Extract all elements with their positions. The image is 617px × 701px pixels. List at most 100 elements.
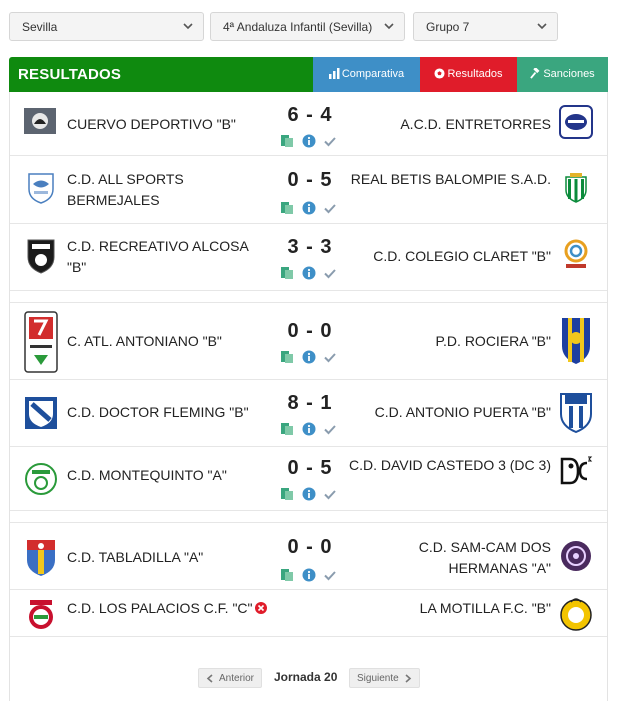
home-team-name[interactable]: C.D. TABLADILLA "A"	[67, 547, 267, 568]
doctor-fleming-crest-icon	[25, 397, 57, 429]
home-team-name[interactable]: C. ATL. ANTONIANO "B"	[67, 331, 267, 352]
next-button-label: Siguiente	[357, 673, 399, 684]
home-team-name[interactable]: C.D. LOS PALACIOS C.F. "C"	[67, 598, 287, 619]
all-sports-bermejales-crest-icon	[28, 173, 54, 204]
filters-bar: Sevilla 4ª Andaluza Infantil (Sevilla) G…	[9, 12, 617, 42]
checkmark-icon	[323, 568, 337, 582]
chevron-down-icon	[537, 23, 547, 30]
away-team-name[interactable]: C.D. COLEGIO CLARET "B"	[341, 246, 551, 267]
info-icon[interactable]	[302, 266, 316, 280]
competition-select[interactable]: 4ª Andaluza Infantil (Sevilla)	[210, 12, 405, 41]
tab-comparativa[interactable]: Comparativa	[313, 57, 420, 92]
away-team-name[interactable]: P.D. ROCIERA "B"	[341, 331, 552, 352]
match-score[interactable]: 0 - 5	[278, 169, 342, 192]
checkmark-icon	[323, 350, 337, 364]
match-score[interactable]: 3 - 3	[278, 236, 342, 259]
match-score[interactable]: 0 - 5	[278, 457, 342, 480]
report-icon[interactable]	[280, 487, 294, 501]
montequinto-crest-icon	[25, 463, 57, 495]
bar-chart-icon	[328, 68, 340, 79]
away-team-name[interactable]: A.C.D. ENTRETORRES	[341, 114, 551, 135]
group-separator	[10, 291, 607, 303]
match-row[interactable]: C.D. DOCTOR FLEMING "B" 8 - 1 C.D. ANTON…	[10, 380, 607, 447]
section-title: RESULTADOS	[18, 66, 122, 83]
home-team-name[interactable]: C.D. DOCTOR FLEMING "B"	[67, 402, 267, 423]
report-icon[interactable]	[280, 422, 294, 436]
antonio-puerta-crest-icon	[560, 393, 592, 434]
report-icon[interactable]	[280, 350, 294, 364]
home-team-name[interactable]: CUERVO DEPORTIVO "B"	[67, 114, 267, 135]
chevron-down-icon	[183, 23, 193, 30]
checkmark-icon	[323, 266, 337, 280]
match-score[interactable]: 8 - 1	[278, 392, 342, 415]
report-icon[interactable]	[280, 266, 294, 280]
colegio-claret-crest-icon	[564, 239, 588, 268]
report-icon[interactable]	[280, 201, 294, 215]
real-betis-crest-icon	[565, 173, 587, 203]
next-button[interactable]: Siguiente	[349, 668, 420, 688]
match-row[interactable]: C. ATL. ANTONIANO "B" 0 - 0 P.D. ROCIERA…	[10, 304, 607, 380]
match-score[interactable]: 0 - 0	[278, 536, 342, 559]
match-row[interactable]: C.D. LOS PALACIOS C.F. "C" LA MOTILLA F.…	[10, 590, 607, 637]
tabladilla-crest-icon	[27, 540, 55, 576]
checkmark-icon	[323, 201, 337, 215]
group-separator	[10, 511, 607, 523]
antoniano-crest-icon	[24, 311, 58, 373]
checkmark-icon	[323, 422, 337, 436]
los-palacios-crest-icon	[29, 600, 53, 629]
match-actions	[280, 266, 340, 280]
match-row[interactable]: C.D. ALL SPORTS BERMEJALES 0 - 5 REAL BE…	[10, 156, 607, 224]
away-team-name[interactable]: C.D. DAVID CASTEDO 3 (DC 3)	[341, 455, 551, 476]
match-row[interactable]: CUERVO DEPORTIVO "B" 6 - 4 A.C.D. ENTRET…	[10, 92, 607, 156]
results-panel: CUERVO DEPORTIVO "B" 6 - 4 A.C.D. ENTRET…	[9, 92, 608, 701]
away-team-name[interactable]: C.D. SAM-CAM DOS HERMANAS "A"	[341, 537, 551, 579]
match-row[interactable]: C.D. RECREATIVO ALCOSA "B" 3 - 3 C.D. CO…	[10, 224, 607, 291]
recreativo-alcosa-crest-icon	[27, 239, 55, 274]
entretorres-crest-icon	[559, 105, 593, 139]
rociera-crest-icon	[562, 318, 590, 364]
match-actions	[280, 487, 340, 501]
tab-comparativa-label: Comparativa	[341, 68, 405, 80]
sam-cam-crest-icon	[561, 541, 591, 571]
match-score[interactable]: 0 - 0	[278, 320, 342, 343]
previous-button[interactable]: Anterior	[198, 668, 262, 688]
competition-select-value: 4ª Andaluza Infantil (Sevilla)	[223, 20, 373, 34]
region-select[interactable]: Sevilla	[9, 12, 204, 41]
home-team-label: C.D. LOS PALACIOS C.F. "C"	[67, 600, 253, 616]
match-row[interactable]: C.D. MONTEQUINTO "A" 0 - 5 C.D. DAVID CA…	[10, 447, 607, 511]
match-row[interactable]: C.D. TABLADILLA "A" 0 - 0 C.D. SAM-CAM D…	[10, 524, 607, 590]
info-icon[interactable]	[302, 422, 316, 436]
info-icon[interactable]	[302, 487, 316, 501]
away-team-name[interactable]: REAL BETIS BALOMPIE S.A.D.	[341, 169, 551, 190]
checkmark-icon	[323, 487, 337, 501]
away-team-name[interactable]: C.D. ANTONIO PUERTA "B"	[341, 402, 551, 423]
match-actions	[280, 422, 340, 436]
report-icon[interactable]	[280, 134, 294, 148]
info-icon[interactable]	[302, 350, 316, 364]
suspended-icon	[254, 602, 267, 614]
gavel-icon	[530, 66, 540, 79]
away-team-name[interactable]: LA MOTILLA F.C. "B"	[341, 598, 551, 619]
tab-resultados-label: Resultados	[447, 68, 503, 80]
info-icon[interactable]	[302, 134, 316, 148]
tab-sanciones[interactable]: Sanciones	[517, 57, 608, 92]
info-icon[interactable]	[302, 201, 316, 215]
current-round: Jornada 20	[274, 670, 338, 684]
match-actions	[280, 350, 340, 364]
match-actions	[280, 568, 340, 582]
home-team-name[interactable]: C.D. RECREATIVO ALCOSA "B"	[67, 236, 267, 278]
tab-resultados[interactable]: Resultados	[420, 57, 517, 92]
checkmark-icon	[323, 134, 337, 148]
home-team-name[interactable]: C.D. MONTEQUINTO "A"	[67, 465, 267, 486]
report-icon[interactable]	[280, 568, 294, 582]
match-score[interactable]: 6 - 4	[278, 104, 342, 127]
info-icon[interactable]	[302, 568, 316, 582]
pagination: Anterior Jornada 20 Siguiente	[0, 668, 617, 690]
home-team-name[interactable]: C.D. ALL SPORTS BERMEJALES	[67, 169, 267, 211]
group-select-value: Grupo 7	[426, 20, 470, 34]
cuervo-deportivo-crest-icon	[24, 108, 56, 134]
results-header: RESULTADOS Comparativa Resultados Sancio…	[9, 57, 608, 92]
match-actions	[280, 134, 340, 148]
match-actions	[280, 201, 340, 215]
group-select[interactable]: Grupo 7	[413, 12, 558, 41]
